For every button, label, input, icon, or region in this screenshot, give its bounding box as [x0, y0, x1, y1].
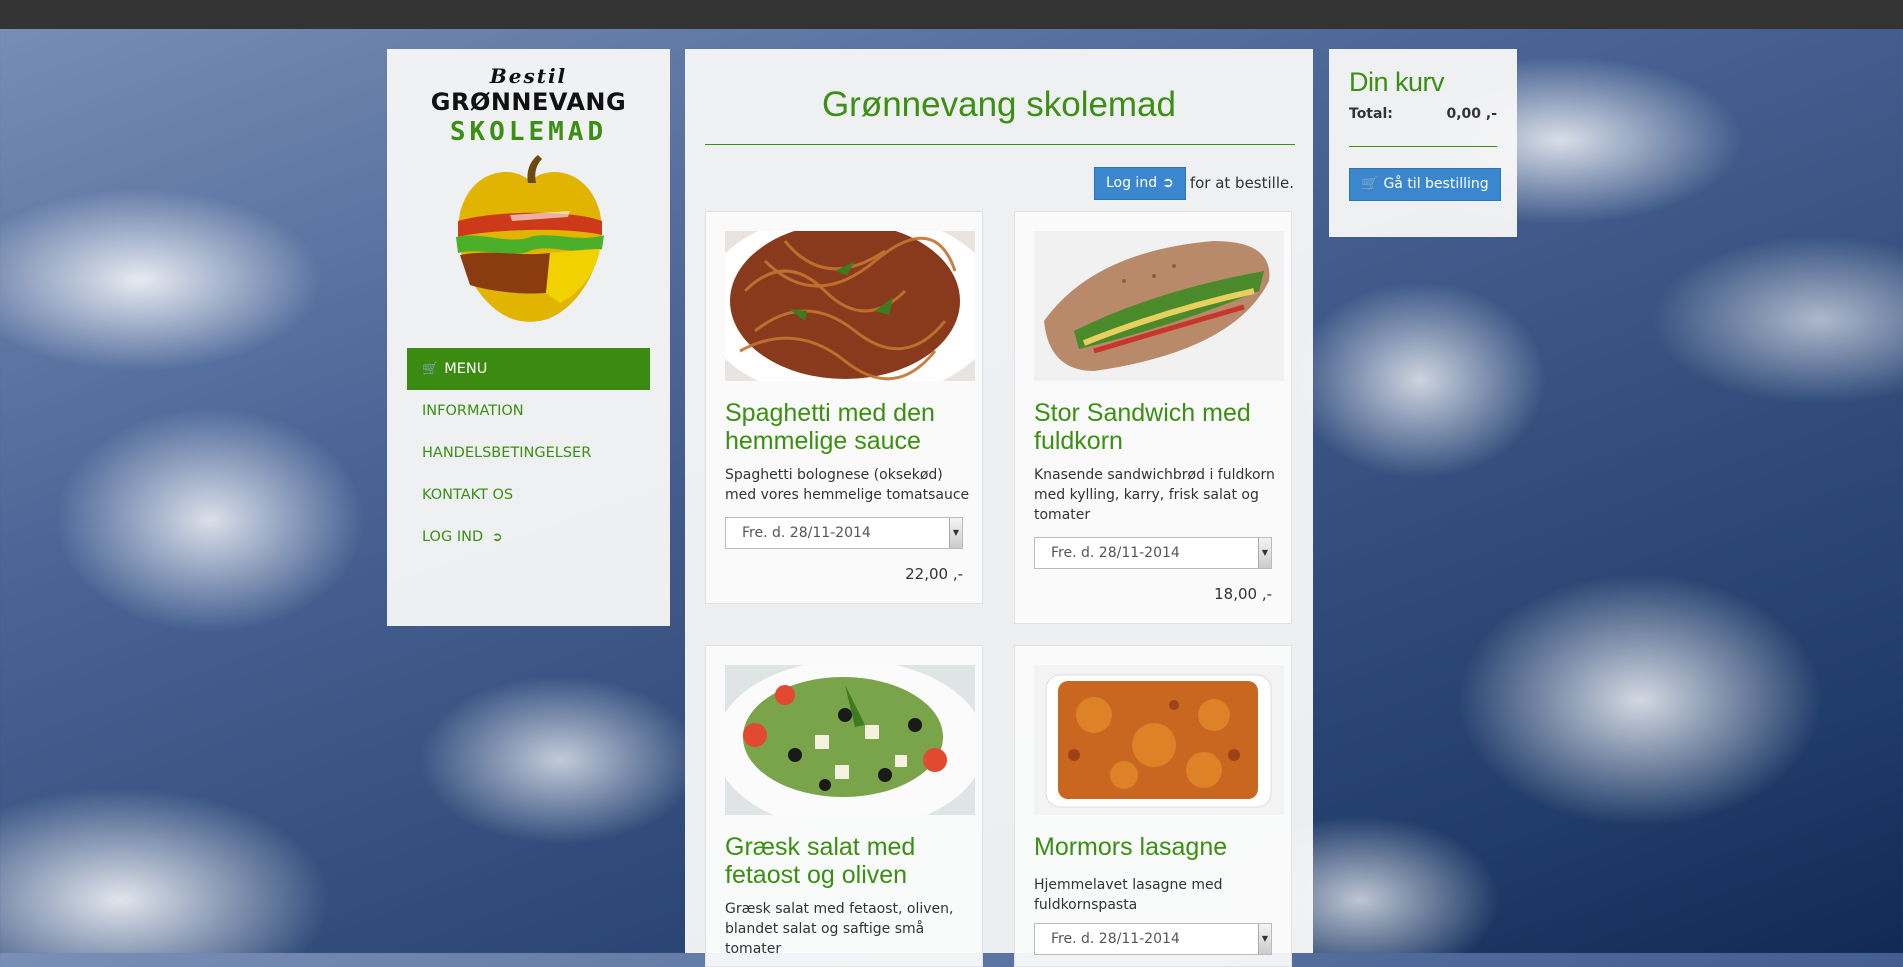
login-button-label: Log ind	[1105, 174, 1158, 191]
chevron-down-icon: ▼	[1258, 924, 1271, 954]
date-select[interactable]: Fre. d. 28/11-2014 ▼	[725, 517, 963, 549]
sidebar-item-kontakt[interactable]: KONTAKT OS	[407, 474, 650, 516]
product-card: Mormors lasagne Hjemmelavet lasagne med …	[1014, 645, 1292, 967]
product-description: Spaghetti bolognese (oksekød) med vores …	[725, 467, 970, 503]
logo-line-skolemad: SKOLEMAD	[449, 117, 608, 147]
sidebar-nav: 🛒 MENU INFORMATION HANDELSBETINGELSER KON…	[407, 348, 650, 558]
basket-panel: Din kurv Total: 0,00 ,- 🛒 Gå til bestill…	[1329, 49, 1517, 237]
product-price: 22,00 ,-	[905, 565, 963, 583]
product-card: Spaghetti med den hemmelige sauce Spaghe…	[705, 211, 983, 604]
sidebar-item-handelsbetingelser[interactable]: HANDELSBETINGELSER	[407, 432, 650, 474]
logo-line-name: GRØNNEVANG	[430, 88, 627, 116]
chevron-down-icon: ▼	[949, 518, 962, 548]
product-title: Mormors lasagne	[1034, 833, 1228, 861]
sidebar-item-label: HANDELSBETINGELSER	[422, 445, 592, 461]
product-title: Spaghetti med den hemmelige sauce	[725, 399, 935, 455]
product-price: 18,00 ,-	[1214, 585, 1272, 603]
sign-in-icon: ➲	[491, 530, 503, 545]
login-prompt: Log ind ➲ for at bestille.	[1093, 166, 1294, 200]
basket-total-value: 0,00 ,-	[1446, 106, 1497, 122]
checkout-button-label: Gå til bestilling	[1383, 176, 1489, 192]
site-logo[interactable]: Bestil GRØNNEVANG SKOLEMAD	[387, 65, 670, 147]
chevron-down-icon: ▼	[1258, 538, 1271, 568]
product-title: Græsk salat med fetaost og oliven	[725, 833, 916, 889]
date-select-value: Fre. d. 28/11-2014	[742, 525, 871, 541]
date-select[interactable]: Fre. d. 28/11-2014 ▼	[1034, 923, 1272, 955]
sidebar-item-menu[interactable]: 🛒 MENU	[407, 348, 650, 390]
cart-icon: 🛒	[1361, 176, 1379, 192]
product-card: Stor Sandwich med fuldkorn Knasende sand…	[1014, 211, 1292, 624]
checkout-button[interactable]: 🛒 Gå til bestilling	[1349, 168, 1501, 201]
basket-total-label: Total:	[1349, 106, 1393, 122]
sidebar-item-information[interactable]: INFORMATION	[407, 390, 650, 432]
product-card: Græsk salat med fetaost og oliven Græsk …	[705, 645, 983, 967]
main-content: Grønnevang skolemad Log ind ➲ for at bes…	[685, 49, 1313, 967]
basket-divider	[1349, 146, 1497, 147]
product-title: Stor Sandwich med fuldkorn	[1034, 399, 1251, 455]
sidebar-item-label: MENU	[444, 361, 488, 377]
sign-in-icon: ➲	[1162, 174, 1174, 191]
top-navbar	[0, 0, 1903, 29]
sidebar-item-log-ind[interactable]: LOG IND ➲	[407, 516, 650, 558]
cart-icon: 🛒	[422, 362, 439, 377]
sidebar-item-label: INFORMATION	[422, 403, 524, 419]
sidebar: Bestil GRØNNEVANG SKOLEMAD 🛒 MENU INFORMA…	[387, 49, 670, 626]
product-image-sandwich	[1034, 231, 1284, 381]
product-image-lasagne	[1034, 665, 1284, 815]
product-image-spaghetti	[725, 231, 975, 381]
basket-title: Din kurv	[1349, 67, 1445, 97]
basket-total: Total: 0,00 ,-	[1349, 106, 1497, 122]
sidebar-item-label: LOG IND	[422, 529, 484, 545]
sidebar-item-label: KONTAKT OS	[422, 487, 514, 503]
page-title: Grønnevang skolemad	[821, 85, 1177, 124]
login-note: for at bestille.	[1189, 174, 1294, 192]
logo-line-bestil: Bestil	[489, 64, 568, 88]
product-description: Hjemmelavet lasagne med fuldkornspasta	[1034, 877, 1223, 913]
login-button[interactable]: Log ind ➲	[1093, 166, 1186, 200]
date-select-value: Fre. d. 28/11-2014	[1051, 545, 1180, 561]
product-description: Græsk salat med fetaost, oliven, blandet…	[725, 901, 954, 957]
apple-burger-logo-icon	[456, 155, 604, 322]
product-description: Knasende sandwichbrød i fuldkorn med kyl…	[1034, 467, 1275, 523]
title-divider	[705, 144, 1295, 145]
date-select[interactable]: Fre. d. 28/11-2014 ▼	[1034, 537, 1272, 569]
product-image-greek-salad	[725, 665, 975, 815]
date-select-value: Fre. d. 28/11-2014	[1051, 931, 1180, 947]
